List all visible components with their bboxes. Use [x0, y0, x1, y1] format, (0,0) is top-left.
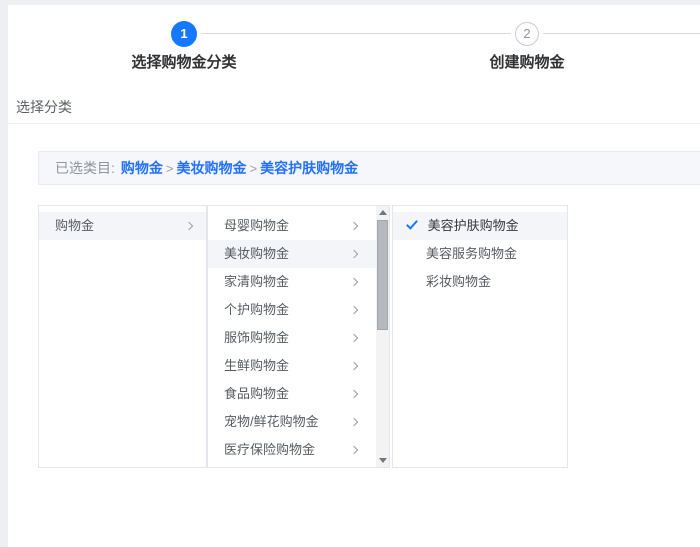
breadcrumb-level-2[interactable]: 美妆购物金: [176, 160, 246, 176]
category-item-label: 美容护肤购物金: [427, 218, 519, 233]
category-item-label: 彩妆购物金: [426, 274, 492, 289]
category-item-label: 食品购物金: [224, 386, 290, 401]
chevron-right-icon: [349, 333, 359, 343]
chevron-right-icon: [349, 277, 359, 287]
category-item-gehu[interactable]: 个护购物金: [208, 296, 389, 324]
section-divider: [8, 123, 700, 124]
category-item-label: 母婴购物金: [224, 218, 290, 233]
chevron-right-icon: [349, 249, 359, 259]
chevron-right-icon: [349, 445, 359, 455]
category-item-muying[interactable]: 母婴购物金: [208, 212, 389, 240]
breadcrumb-label: 已选类目:: [55, 160, 115, 176]
breadcrumb-separator: >: [249, 161, 258, 176]
breadcrumb-level-1[interactable]: 购物金: [121, 160, 163, 176]
section-title: 选择分类: [16, 99, 72, 115]
category-item-chongwu-xianhua[interactable]: 宠物/鲜花购物金: [208, 408, 389, 436]
step-1-indicator: 1: [171, 21, 197, 47]
chevron-right-icon: [349, 361, 359, 371]
scrollbar[interactable]: [376, 206, 389, 467]
check-icon: [406, 217, 418, 230]
category-item-yiliao-baoxian[interactable]: 医疗保险购物金: [208, 436, 389, 464]
category-item-shipin[interactable]: 食品购物金: [208, 380, 389, 408]
category-item-shengxian[interactable]: 生鲜购物金: [208, 352, 389, 380]
category-item-meizhuang[interactable]: 美妆购物金: [208, 240, 389, 268]
category-item-caizhuang[interactable]: 彩妆购物金: [393, 268, 567, 296]
category-item-meironghufu[interactable]: 美容护肤购物金: [393, 212, 567, 240]
chevron-right-icon: [184, 221, 194, 231]
category-item-label: 家清购物金: [224, 274, 290, 289]
chevron-right-icon: [349, 417, 359, 427]
stepper-connector-2: [543, 33, 700, 34]
category-item-label: 美容服务购物金: [426, 246, 518, 261]
category-item-label: 宠物/鲜花购物金: [224, 414, 319, 429]
scrollbar-thumb[interactable]: [377, 220, 388, 330]
step-2-indicator: 2: [515, 22, 539, 46]
category-item-label: 购物金: [55, 218, 95, 233]
category-item-label: 医疗保险购物金: [224, 442, 316, 457]
breadcrumb-separator: >: [165, 161, 174, 176]
category-item-label: 生鲜购物金: [224, 358, 290, 373]
category-item-meirongfuwu[interactable]: 美容服务购物金: [393, 240, 567, 268]
cascader-column-3: 美容护肤购物金 美容服务购物金 彩妆购物金: [392, 205, 568, 468]
chevron-right-icon: [349, 305, 359, 315]
category-item-label: 美妆购物金: [224, 246, 290, 261]
category-item-fushi[interactable]: 服饰购物金: [208, 324, 389, 352]
breadcrumb-level-3[interactable]: 美容护肤购物金: [260, 160, 358, 176]
selected-category-bar: 已选类目: 购物金 > 美妆购物金 > 美容护肤购物金: [38, 151, 700, 185]
category-item-label: 个护购物金: [224, 302, 290, 317]
step-2-label: 创建购物金: [489, 54, 565, 71]
chevron-right-icon: [349, 221, 359, 231]
scroll-up-arrow-icon[interactable]: [376, 206, 389, 219]
category-item-label: 服饰购物金: [224, 330, 290, 345]
category-item-jiaqing[interactable]: 家清购物金: [208, 268, 389, 296]
cascader-column-2: 母婴购物金 美妆购物金 家清购物金 个护购物金 服饰购物金 生鲜购物金 食品购物…: [207, 205, 390, 468]
category-item-gouwujin[interactable]: 购物金: [39, 212, 206, 240]
step-1-label: 选择购物金分类: [131, 54, 237, 71]
chevron-right-icon: [349, 389, 359, 399]
main-card: 1 2 选择购物金分类 创建购物金 选择分类 已选类目: 购物金 > 美妆购物金 > 美容…: [8, 5, 700, 547]
stepper-connector-1: [201, 33, 511, 34]
cascader-column-1: 购物金: [38, 205, 207, 468]
scroll-down-arrow-icon[interactable]: [376, 454, 389, 467]
